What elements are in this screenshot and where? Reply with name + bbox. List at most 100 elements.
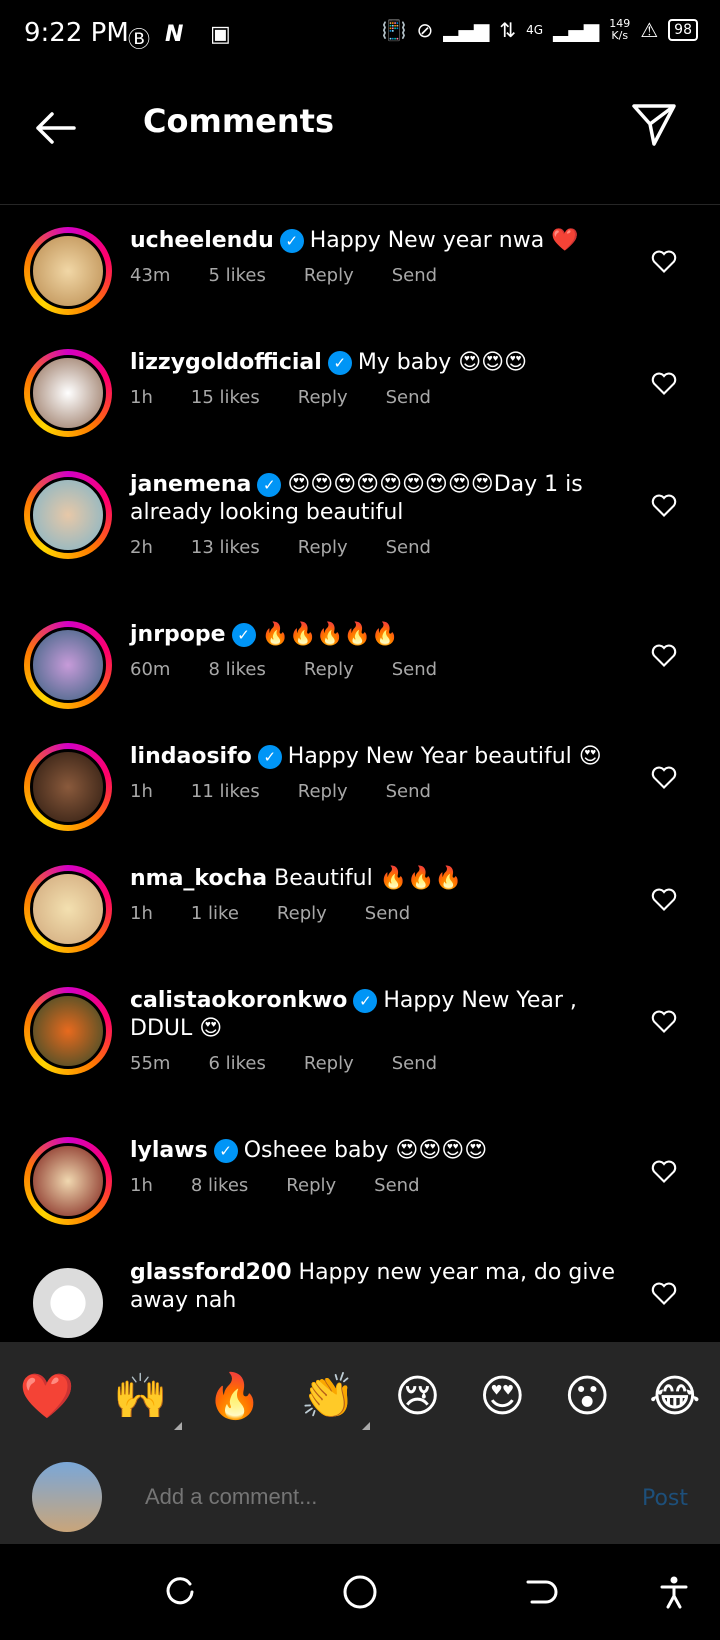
comment-input[interactable] (143, 1480, 587, 1514)
status-bar: 9:22 PM Ⓑ N ▣ 📳 ⊘ ▂▄▆ ⇅ 4G ▂▄▆ 149 K/s ⚠ … (0, 0, 720, 72)
back-nav-icon[interactable] (522, 1574, 558, 1610)
comment-time: 1h (130, 781, 153, 802)
b-app-icon: Ⓑ (128, 28, 151, 53)
post-button[interactable]: Post (642, 1486, 688, 1511)
reply-button[interactable]: Reply (304, 265, 354, 286)
reaction-cry-button[interactable]: 😢 (395, 1371, 441, 1422)
status-right: 📳 ⊘ ▂▄▆ ⇅ 4G ▂▄▆ 149 K/s ⚠ 98 (382, 18, 698, 42)
comment-item: glassford200 Happy new year ma, do give … (0, 1237, 720, 1342)
heart-icon[interactable] (650, 491, 678, 519)
reply-button[interactable]: Reply (298, 537, 348, 558)
verified-badge-icon: ✓ (213, 1139, 238, 1163)
battery-icon: 98 (668, 19, 698, 41)
reaction-clap-button[interactable]: 👏 (301, 1370, 370, 1430)
avatar[interactable] (24, 743, 112, 831)
avatar[interactable] (24, 471, 112, 559)
heart-icon[interactable] (650, 1007, 678, 1035)
avatar[interactable] (24, 227, 112, 315)
comment-time: 43m (130, 265, 171, 286)
reaction-laugh-button[interactable]: 😂 (649, 1371, 700, 1422)
avatar[interactable] (24, 865, 112, 953)
vibrate-icon: 📳 (381, 18, 407, 42)
comment-username[interactable]: lizzygoldofficial (130, 350, 322, 375)
sim-icon: ▣ (210, 22, 231, 47)
heart-icon[interactable] (650, 885, 678, 913)
flask-icon: ⚠ (640, 18, 659, 42)
home-icon[interactable] (342, 1574, 378, 1610)
avatar[interactable] (24, 349, 112, 437)
dnd-icon: ⊘ (416, 18, 434, 42)
heart-icon[interactable] (650, 369, 678, 397)
like-count[interactable]: 6 likes (208, 1053, 265, 1074)
reply-button[interactable]: Reply (298, 387, 348, 408)
comment-item: janemena ✓ 😍😍😍😍😍😍😍😍😍Day 1 is already looki… (0, 449, 720, 599)
back-arrow-icon[interactable] (30, 102, 82, 154)
reply-button[interactable]: Reply (298, 781, 348, 802)
comment-item: lizzygoldofficial ✓ My baby 😍😍😍 1h 15 likes… (0, 327, 720, 449)
verified-badge-icon: ✓ (327, 351, 352, 375)
reaction-heart-button[interactable]: ❤️ (19, 1370, 74, 1422)
reaction-raised-hands-button[interactable]: 🙌 (113, 1370, 183, 1430)
like-count[interactable]: 1 like (191, 903, 239, 924)
send-button[interactable]: Send (386, 781, 431, 802)
heart-icon[interactable] (650, 641, 678, 669)
status-time: 9:22 PM (24, 18, 129, 48)
reply-button[interactable]: Reply (304, 659, 354, 680)
comment-username[interactable]: jnrpope (130, 622, 226, 647)
send-button[interactable]: Send (392, 659, 437, 680)
avatar[interactable] (24, 1137, 112, 1225)
send-button[interactable]: Send (386, 387, 431, 408)
heart-icon[interactable] (650, 763, 678, 791)
send-button[interactable]: Send (392, 265, 437, 286)
avatar[interactable] (24, 621, 112, 709)
comment-username[interactable]: lylaws (130, 1138, 208, 1163)
reaction-wow-button[interactable]: 😮 (564, 1371, 610, 1422)
send-button[interactable]: Send (374, 1175, 419, 1196)
heart-icon[interactable] (650, 1157, 678, 1185)
heart-icon[interactable] (650, 1279, 678, 1307)
comment-text: 🔥🔥🔥🔥🔥 (261, 622, 399, 647)
verified-badge-icon: ✓ (279, 229, 304, 253)
comment-text: Beautiful 🔥🔥🔥 (274, 866, 462, 891)
comment-item: lylaws ✓ Osheee baby 😍😍😍😍 1h 8 likes Reply Se… (0, 1115, 720, 1237)
send-button[interactable]: Send (365, 903, 410, 924)
like-count[interactable]: 11 likes (191, 781, 260, 802)
comment-username[interactable]: calistaokoronkwo (130, 988, 347, 1013)
network-type: 4G (526, 23, 544, 37)
my-avatar[interactable] (32, 1462, 102, 1532)
like-count[interactable]: 13 likes (191, 537, 260, 558)
reaction-fire-button[interactable]: 🔥 (207, 1370, 262, 1422)
like-count[interactable]: 15 likes (191, 387, 260, 408)
reply-button[interactable]: Reply (304, 1053, 354, 1074)
heart-icon[interactable] (650, 247, 678, 275)
like-count[interactable]: 8 likes (191, 1175, 248, 1196)
verified-badge-icon: ✓ (353, 989, 378, 1013)
verified-badge-icon: ✓ (231, 623, 256, 647)
comment-item: calistaokoronkwo ✓ Happy New Year , DDUL 😍… (0, 965, 720, 1115)
comment-text: My baby 😍😍😍 (357, 350, 528, 375)
share-send-icon[interactable] (628, 98, 680, 150)
avatar[interactable] (24, 1259, 112, 1342)
comment-list[interactable]: ucheelendu ✓ Happy New year nwa ❤️ 43m 5 li… (0, 205, 720, 1342)
like-count[interactable]: 5 likes (208, 265, 265, 286)
recents-icon[interactable] (162, 1574, 198, 1610)
send-button[interactable]: Send (386, 537, 431, 558)
verified-badge-icon: ✓ (257, 473, 282, 497)
comment-username[interactable]: nma_kocha (130, 866, 267, 891)
send-button[interactable]: Send (392, 1053, 437, 1074)
reply-button[interactable]: Reply (277, 903, 327, 924)
comment-username[interactable]: ucheelendu (130, 228, 274, 253)
comment-username[interactable]: glassford200 (130, 1260, 292, 1285)
comment-text: Happy New year nwa ❤️ (309, 228, 579, 253)
comment-username[interactable]: janemena (130, 472, 251, 497)
avatar[interactable] (24, 987, 112, 1075)
reaction-heart-eyes-button[interactable]: 😍 (479, 1371, 525, 1422)
comment-username[interactable]: lindaosifo (130, 744, 252, 769)
like-count[interactable]: 8 likes (208, 659, 265, 680)
reply-button[interactable]: Reply (286, 1175, 336, 1196)
comment-text: Osheee baby 😍😍😍😍 (243, 1138, 488, 1163)
comment-time: 1h (130, 1175, 153, 1196)
comments-header: Comments (0, 72, 720, 205)
system-nav-bar (0, 1544, 720, 1640)
accessibility-icon[interactable] (656, 1574, 692, 1610)
